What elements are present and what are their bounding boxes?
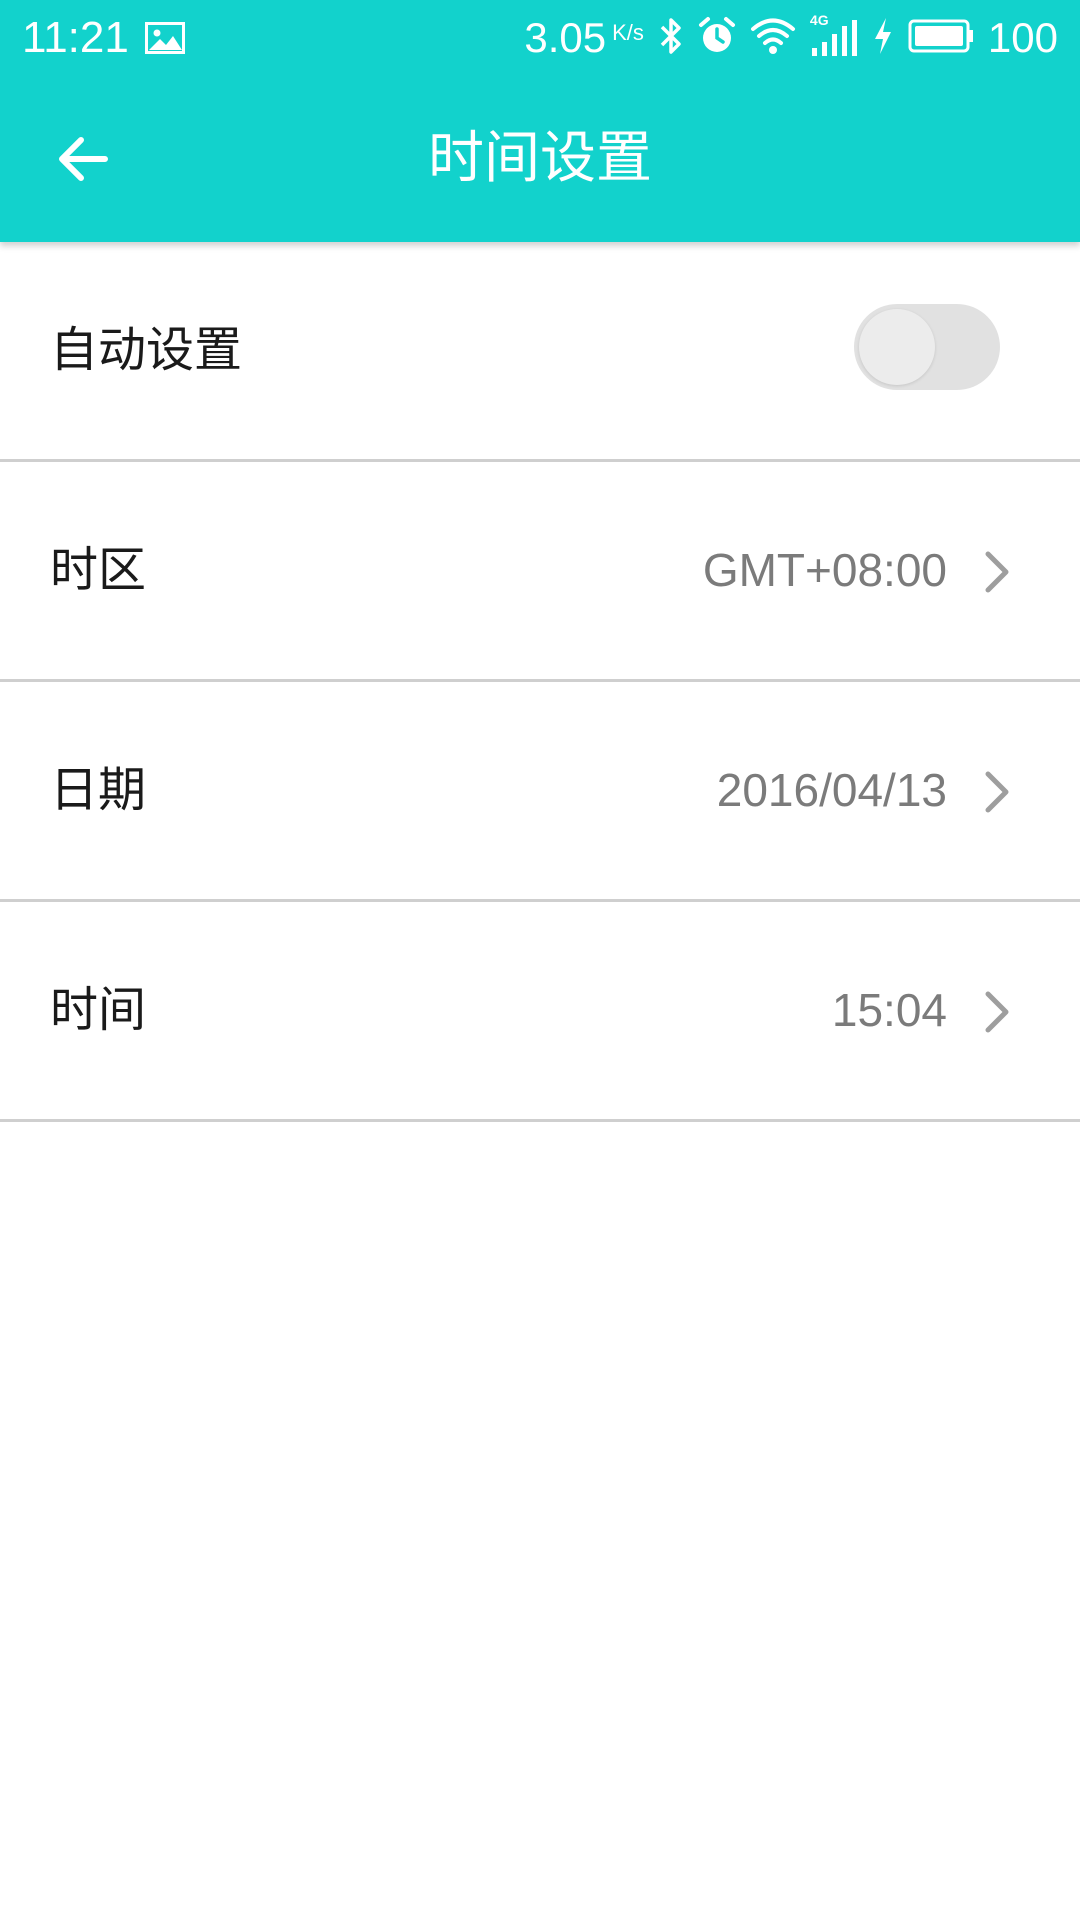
network-speed-value: 3.05 <box>524 14 607 61</box>
status-indicators: 3.05 K/s 4G 100 <box>524 12 1058 64</box>
charging-icon <box>872 16 894 61</box>
app-bar: 时间设置 <box>0 76 1080 242</box>
date-row[interactable]: 日期 2016/04/13 <box>0 682 1080 902</box>
auto-setting-toggle[interactable] <box>854 304 1000 390</box>
timezone-label: 时区 <box>50 542 147 598</box>
signal-4g-icon: 4G <box>810 12 858 58</box>
time-value: 15:04 <box>831 984 947 1036</box>
toggle-knob <box>859 309 935 385</box>
timezone-row[interactable]: 时区 GMT+08:00 <box>0 462 1080 682</box>
page-title: 时间设置 <box>428 126 652 191</box>
chevron-right-icon <box>985 771 1009 813</box>
image-icon <box>145 22 185 54</box>
date-value: 2016/04/13 <box>716 764 947 816</box>
network-speed-unit: K/s <box>612 20 644 45</box>
auto-setting-row: 自动设置 <box>0 242 1080 462</box>
alarm-icon <box>698 16 736 61</box>
settings-list: 自动设置 时区 GMT+08:00 日期 2016/04/13 时间 15:04 <box>0 242 1080 1122</box>
date-label: 日期 <box>50 762 147 818</box>
status-bar: 11:21 3.05 K/s 4G 100 <box>0 0 1080 76</box>
time-settings-screen: 11:21 3.05 K/s 4G 100 时间设置 自动设置 时区 GMT+0… <box>0 0 1080 1920</box>
status-time: 11:21 <box>22 13 129 62</box>
chevron-right-icon <box>985 991 1009 1033</box>
network-speed: 3.05 K/s <box>524 12 644 64</box>
wifi-icon <box>750 17 796 60</box>
chevron-right-icon <box>985 551 1009 593</box>
time-label: 时间 <box>50 982 147 1038</box>
timezone-value: GMT+08:00 <box>702 544 947 596</box>
auto-setting-label: 自动设置 <box>50 322 243 378</box>
battery-level: 100 <box>987 14 1058 61</box>
battery-icon <box>908 19 974 58</box>
bluetooth-icon <box>658 16 684 61</box>
time-row[interactable]: 时间 15:04 <box>0 902 1080 1122</box>
header: 11:21 3.05 K/s 4G 100 时间设置 <box>0 0 1080 242</box>
